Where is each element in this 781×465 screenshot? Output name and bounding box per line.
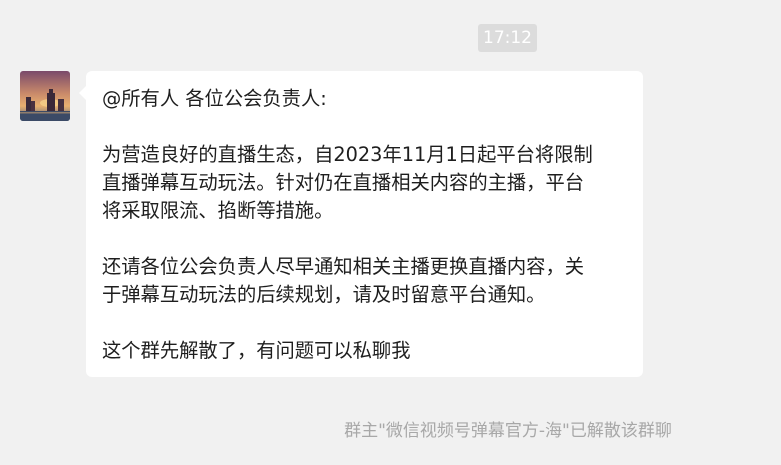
message-paragraph-2-line-2: 于弹幕互动玩法的后续规划，请及时留意平台通知。	[102, 283, 546, 306]
message-timestamp: 17:12	[478, 24, 537, 52]
message-paragraph-3-line-1: 这个群先解散了，有问题可以私聊我	[102, 339, 411, 362]
message-paragraph-1-line-2: 直播弹幕互动玩法。针对仍在直播相关内容的主播，平台	[102, 171, 585, 194]
sender-avatar[interactable]	[20, 71, 70, 121]
sunset-cityscape-avatar-icon	[20, 71, 70, 121]
message-paragraph-1-line-3: 将采取限流、掐断等措施。	[102, 199, 334, 222]
message-mention-line: @所有人 各位公会负责人:	[102, 87, 327, 110]
message-paragraph-1-line-1: 为营造良好的直播生态，自2023年11月1日起平台将限制	[102, 143, 593, 166]
message-bubble[interactable]: @所有人 各位公会负责人: 为营造良好的直播生态，自2023年11月1日起平台将…	[79, 71, 643, 377]
group-dissolved-notice: 群主"微信视频号弹幕官方-海"已解散该群聊	[344, 421, 672, 441]
message-paragraph-2-line-1: 还请各位公会负责人尽早通知相关主播更换直播内容，关	[102, 255, 585, 278]
chat-window: 17:12 @所有人 各位公会负责人: 为营造良好的直播生态，自2023年11月…	[0, 0, 781, 465]
